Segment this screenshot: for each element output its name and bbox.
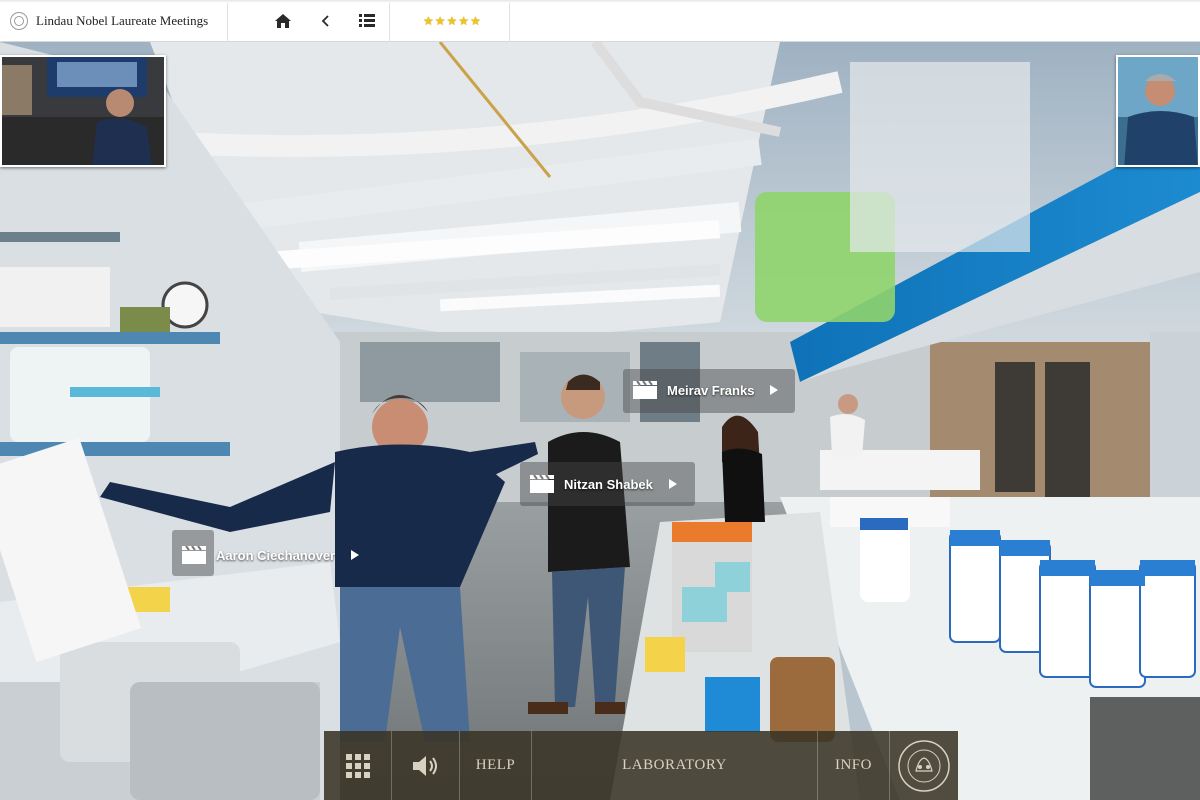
hotspot-label: Nitzan Shabek [564, 476, 653, 492]
play-icon [351, 550, 360, 560]
hotspot-aaron-ciechanover[interactable]: Aaron Ciechanover [174, 540, 369, 570]
info-button[interactable]: INFO [818, 731, 890, 800]
location-label[interactable]: LABORATORY [532, 731, 818, 800]
hotspot-nitzan-shabek[interactable]: Nitzan Shabek [522, 469, 687, 499]
back-icon[interactable] [304, 0, 346, 42]
star-icon: ★ [458, 13, 470, 28]
top-header: Lindau Nobel Laureate Meetings ★ ★ ★ ★ ★ [0, 0, 1200, 42]
video-thumbnail-left[interactable] [0, 55, 166, 167]
play-icon [770, 385, 779, 395]
hotspot-label: Meirav Franks [667, 382, 755, 398]
film-clapper-icon [182, 545, 206, 564]
home-icon[interactable] [262, 0, 304, 42]
rating-stars[interactable]: ★ ★ ★ ★ ★ [390, 0, 510, 42]
lindau-seal-icon [898, 739, 950, 792]
brand[interactable]: Lindau Nobel Laureate Meetings [0, 0, 228, 42]
speaker-icon [412, 755, 437, 776]
lindau-logo-icon [10, 11, 28, 30]
lindau-seal-button[interactable] [890, 731, 958, 800]
hotspot-meirav-franks[interactable]: Meirav Franks [625, 375, 788, 405]
nav-icons [228, 0, 390, 42]
star-icon: ★ [434, 13, 446, 28]
star-icon: ★ [423, 13, 434, 28]
panorama-viewer[interactable]: Aaron Ciechanover Nitzan Shabek Meirav F… [0, 42, 1200, 800]
play-icon [668, 479, 677, 489]
site-title: Lindau Nobel Laureate Meetings [36, 12, 209, 28]
grid-icon [345, 753, 370, 778]
hotspot-label: Aaron Ciechanover [216, 547, 336, 563]
sound-button[interactable] [392, 731, 460, 800]
grid-button[interactable] [324, 731, 392, 800]
star-icon: ★ [446, 13, 458, 28]
laboratory-panorama-image [0, 42, 1200, 800]
video-thumbnail-right[interactable] [1116, 55, 1200, 167]
star-icon: ★ [470, 13, 481, 28]
header-shadow [0, 0, 1200, 3]
control-bar: HELP LABORATORY INFO [324, 731, 958, 800]
list-icon[interactable] [346, 0, 388, 42]
film-clapper-icon [530, 474, 554, 493]
film-clapper-icon [633, 380, 657, 399]
help-button[interactable]: HELP [460, 731, 532, 800]
